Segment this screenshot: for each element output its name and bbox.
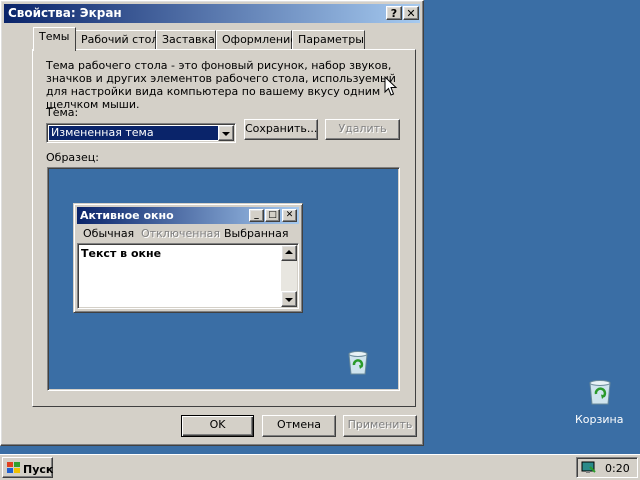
tab-screensaver[interactable]: Заставка [156, 30, 216, 50]
dropdown-arrow-icon[interactable] [218, 125, 234, 141]
preview-window-title: Активное окно [80, 209, 174, 222]
preview-menu-selected: Выбранная [224, 227, 289, 240]
start-button[interactable]: Пуск [2, 457, 53, 478]
tab-settings[interactable]: Параметры [292, 30, 365, 50]
mouse-cursor-icon [384, 75, 398, 101]
sample-label: Образец: [46, 151, 99, 164]
clock[interactable]: 0:20 [605, 462, 630, 475]
scroll-up-icon [281, 245, 297, 261]
preview-text-area: Текст в окне [77, 243, 299, 309]
theme-select-value: Измененная тема [49, 126, 221, 140]
delete-theme-button[interactable]: Удалить [325, 119, 400, 140]
preview-menu-bar: Обычная Отключенная Выбранная [77, 225, 299, 241]
preview-active-window: Активное окно _ □ ✕ Обычная Отключенная … [73, 203, 303, 313]
recycle-bin-icon [586, 376, 614, 409]
preview-menu-normal: Обычная [83, 227, 135, 240]
cancel-button[interactable]: Отмена [262, 415, 336, 437]
taskbar: Пуск 0:20 [0, 454, 640, 480]
maximize-icon: □ [265, 209, 280, 222]
preview-scrollbar [281, 245, 297, 307]
apply-button[interactable]: Применить [343, 415, 417, 437]
themes-description: Тема рабочего стола - это фоновый рисуно… [46, 59, 396, 111]
theme-label: Тема: [46, 106, 79, 119]
close-icon: ✕ [282, 209, 297, 222]
window-title: Свойства: Экран [8, 6, 122, 20]
windows-logo-icon [7, 462, 21, 480]
system-tray: 0:20 [576, 457, 638, 478]
preview-window-text: Текст в окне [81, 247, 162, 260]
monitor-icon[interactable] [581, 461, 597, 478]
ok-button[interactable]: OK [181, 415, 254, 437]
tab-themes[interactable]: Темы [33, 27, 76, 51]
recycle-bin-label: Корзина [575, 413, 624, 426]
scroll-down-icon [281, 291, 297, 307]
close-button[interactable]: ✕ [403, 6, 419, 20]
preview-title-bar: Активное окно _ □ ✕ [77, 207, 299, 224]
save-theme-button[interactable]: Сохранить... [244, 119, 318, 140]
tab-appearance[interactable]: Оформление [216, 30, 297, 50]
preview-menu-disabled: Отключенная [141, 227, 221, 240]
title-bar[interactable]: Свойства: Экран ? ✕ [4, 4, 420, 23]
recycle-bin-icon [345, 348, 371, 379]
tab-desktop[interactable]: Рабочий стол [75, 30, 158, 50]
help-button[interactable]: ? [386, 6, 402, 20]
desktop-recycle-bin[interactable] [586, 376, 614, 409]
minimize-icon: _ [249, 209, 264, 222]
start-label: Пуск [23, 463, 54, 476]
theme-select[interactable]: Измененная тема [46, 123, 236, 143]
